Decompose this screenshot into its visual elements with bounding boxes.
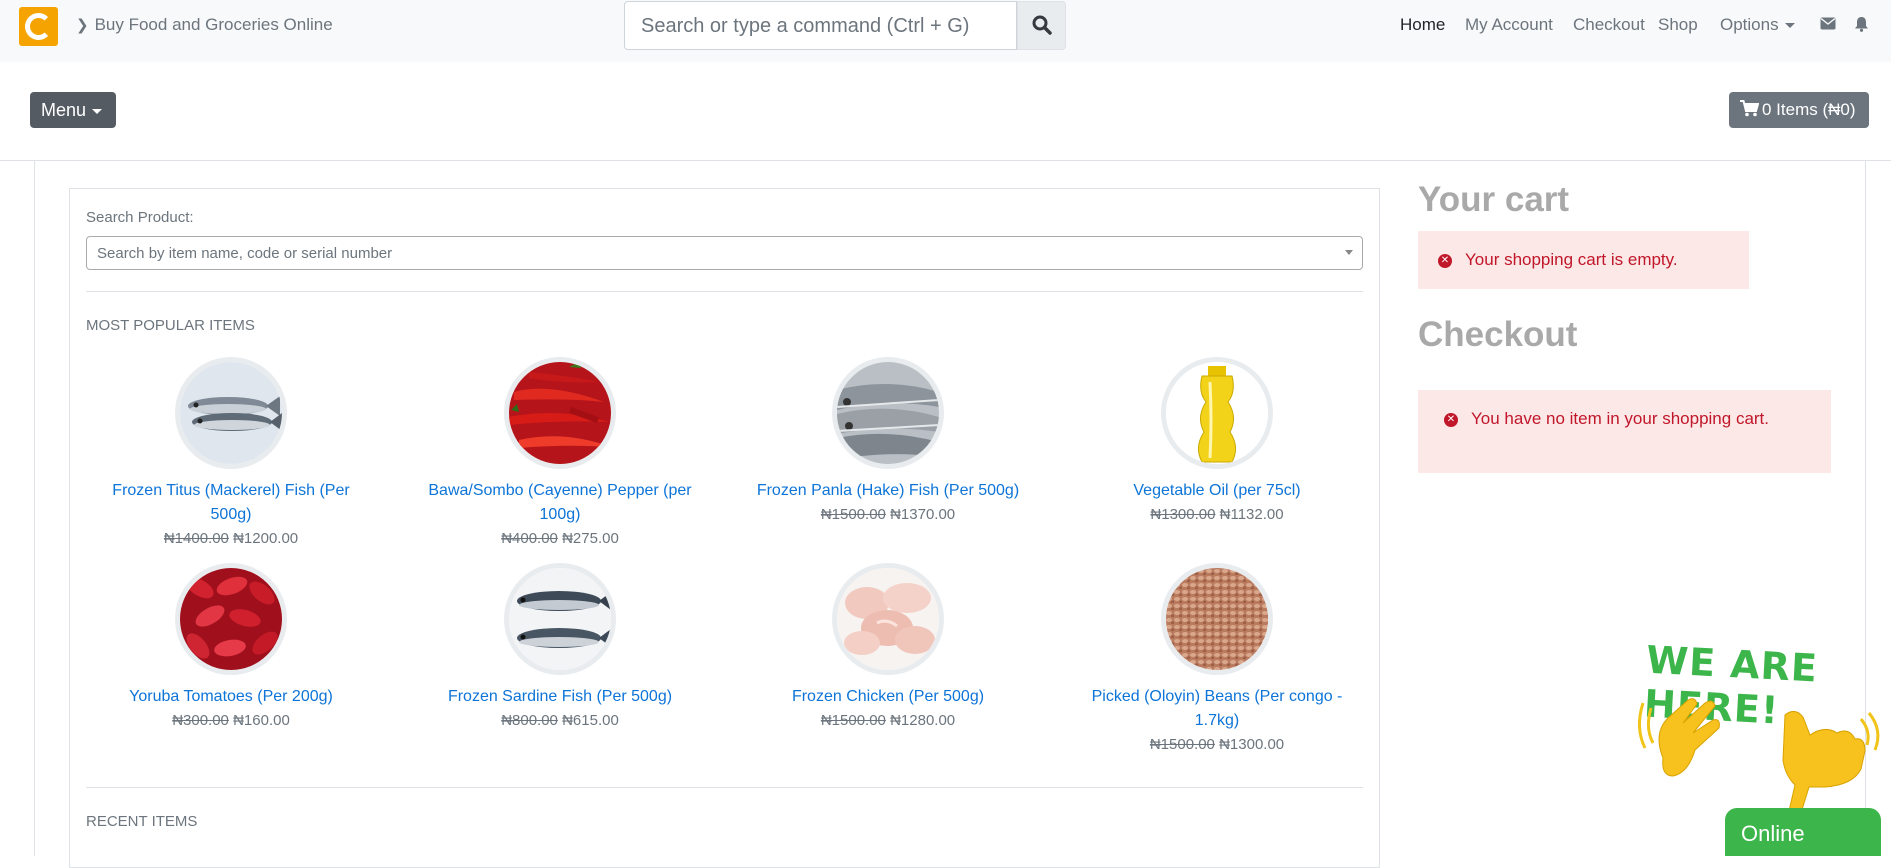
product-item[interactable]: Bawa/Sombo (Cayenne) Pepper (per 100g) ₦… <box>425 357 695 551</box>
product-name[interactable]: Frozen Titus (Mackerel) Fish (Per 500g) <box>96 479 366 527</box>
product-price: ₦1500.00 ₦1300.00 <box>1082 733 1352 757</box>
chevron-down-icon <box>92 108 103 114</box>
divider <box>86 291 1363 292</box>
cart-button-label: 0 Items (₦0) <box>1762 100 1856 119</box>
waving-hand-icon[interactable] <box>1633 688 1733 788</box>
product-name[interactable]: Bawa/Sombo (Cayenne) Pepper (per 100g) <box>425 479 695 527</box>
product-old-price: ₦1400.00 <box>163 530 229 547</box>
product-name[interactable]: Yoruba Tomatoes (Per 200g) <box>96 685 366 709</box>
product-image-pepper[interactable] <box>504 357 616 469</box>
checkout-title: Checkout <box>1418 315 1578 354</box>
dropdown-arrow-icon <box>1345 250 1353 255</box>
product-new-price: ₦1280.00 <box>890 712 956 729</box>
product-item[interactable]: Vegetable Oil (per 75cl) ₦1300.00 ₦1132.… <box>1082 357 1352 527</box>
product-image-vegetable-oil[interactable] <box>1161 357 1273 469</box>
product-name[interactable]: Vegetable Oil (per 75cl) <box>1082 479 1352 503</box>
product-name[interactable]: Frozen Sardine Fish (Per 500g) <box>425 685 695 709</box>
nav-home[interactable]: Home <box>1400 15 1445 35</box>
product-new-price: ₦1200.00 <box>233 530 299 547</box>
product-price: ₦1400.00 ₦1200.00 <box>96 527 366 551</box>
product-image-beans[interactable] <box>1161 563 1273 675</box>
nav-options-label: Options <box>1720 15 1779 34</box>
product-old-price: ₦300.00 <box>172 712 229 729</box>
product-name[interactable]: Frozen Panla (Hake) Fish (Per 500g) <box>753 479 1023 503</box>
product-search-select[interactable]: Search by item name, code or serial numb… <box>86 236 1363 270</box>
product-old-price: ₦800.00 <box>501 712 558 729</box>
product-item[interactable]: Frozen Sardine Fish (Per 500g) ₦800.00 ₦… <box>425 563 695 733</box>
nav-options[interactable]: Options <box>1720 15 1795 35</box>
checkout-empty-message: You have no item in your shopping cart. <box>1471 409 1770 428</box>
product-item[interactable]: Picked (Oloyin) Beans (Per congo - 1.7kg… <box>1082 563 1352 757</box>
product-old-price: ₦1500.00 <box>820 506 886 523</box>
chevron-down-icon <box>1784 23 1795 29</box>
nav-my-account[interactable]: My Account <box>1465 15 1553 35</box>
product-old-price: ₦1500.00 <box>1149 736 1215 753</box>
product-new-price: ₦160.00 <box>233 712 290 729</box>
logo-c-icon <box>25 13 52 40</box>
checkout-empty-alert: ✕ You have no item in your shopping cart. <box>1418 390 1831 473</box>
divider <box>86 787 1363 788</box>
bell-icon[interactable] <box>1854 16 1869 32</box>
product-price: ₦1300.00 ₦1132.00 <box>1082 503 1352 527</box>
envelope-icon[interactable] <box>1820 17 1836 30</box>
site-logo[interactable] <box>19 7 58 46</box>
product-price: ₦1500.00 ₦1280.00 <box>753 709 1023 733</box>
product-price: ₦400.00 ₦275.00 <box>425 527 695 551</box>
product-new-price: ₦1300.00 <box>1219 736 1285 753</box>
breadcrumb-label: Buy Food and Groceries Online <box>94 15 333 34</box>
cart-empty-alert: ✕ Your shopping cart is empty. <box>1418 231 1749 289</box>
cart-empty-message: Your shopping cart is empty. <box>1465 250 1678 269</box>
product-item[interactable]: Frozen Titus (Mackerel) Fish (Per 500g) … <box>96 357 366 551</box>
product-name[interactable]: Picked (Oloyin) Beans (Per congo - 1.7kg… <box>1082 685 1352 733</box>
cart-button[interactable]: 0 Items (₦0) <box>1729 92 1869 128</box>
product-item[interactable]: Yoruba Tomatoes (Per 200g) ₦300.00 ₦160.… <box>96 563 366 733</box>
product-image-mackerel[interactable] <box>175 357 287 469</box>
section-popular-title: MOST POPULAR ITEMS <box>86 317 255 334</box>
product-item[interactable]: Frozen Panla (Hake) Fish (Per 500g) ₦150… <box>753 357 1023 527</box>
product-image-hake[interactable] <box>832 357 944 469</box>
online-chat-button[interactable]: Online <box>1725 808 1881 856</box>
chevron-right-icon: ❯ <box>76 17 89 34</box>
search-icon <box>1032 15 1052 35</box>
product-item[interactable]: Frozen Chicken (Per 500g) ₦1500.00 ₦1280… <box>753 563 1023 733</box>
nav-checkout[interactable]: Checkout <box>1573 15 1645 35</box>
product-old-price: ₦1500.00 <box>820 712 886 729</box>
product-image-tomatoes[interactable] <box>175 563 287 675</box>
product-price: ₦1500.00 ₦1370.00 <box>753 503 1023 527</box>
pointing-hand-icon[interactable] <box>1765 705 1885 815</box>
toolbar <box>0 62 1891 161</box>
product-new-price: ₦275.00 <box>562 530 619 547</box>
section-recent-title: RECENT ITEMS <box>86 813 198 830</box>
product-old-price: ₦400.00 <box>501 530 558 547</box>
product-name[interactable]: Frozen Chicken (Per 500g) <box>753 685 1023 709</box>
error-circle-icon: ✕ <box>1444 412 1458 427</box>
product-old-price: ₦1300.00 <box>1150 506 1216 523</box>
search-button[interactable] <box>1017 1 1066 50</box>
command-search-input[interactable]: Search or type a command (Ctrl + G) <box>624 1 1017 50</box>
product-new-price: ₦1370.00 <box>890 506 956 523</box>
error-circle-icon: ✕ <box>1438 253 1452 268</box>
shopping-cart-icon <box>1740 100 1760 117</box>
product-image-sardine[interactable] <box>504 563 616 675</box>
search-product-label: Search Product: <box>86 209 194 226</box>
nav-shop[interactable]: Shop <box>1658 15 1698 35</box>
product-new-price: ₦615.00 <box>562 712 619 729</box>
product-search-placeholder: Search by item name, code or serial numb… <box>97 245 393 262</box>
product-price: ₦800.00 ₦615.00 <box>425 709 695 733</box>
cart-title: Your cart <box>1418 180 1570 219</box>
product-image-chicken[interactable] <box>832 563 944 675</box>
product-price: ₦300.00 ₦160.00 <box>96 709 366 733</box>
menu-button-label: Menu <box>41 100 87 120</box>
breadcrumb: ❯ Buy Food and Groceries Online <box>76 15 333 35</box>
menu-button[interactable]: Menu <box>30 92 116 128</box>
product-new-price: ₦1132.00 <box>1219 506 1284 523</box>
